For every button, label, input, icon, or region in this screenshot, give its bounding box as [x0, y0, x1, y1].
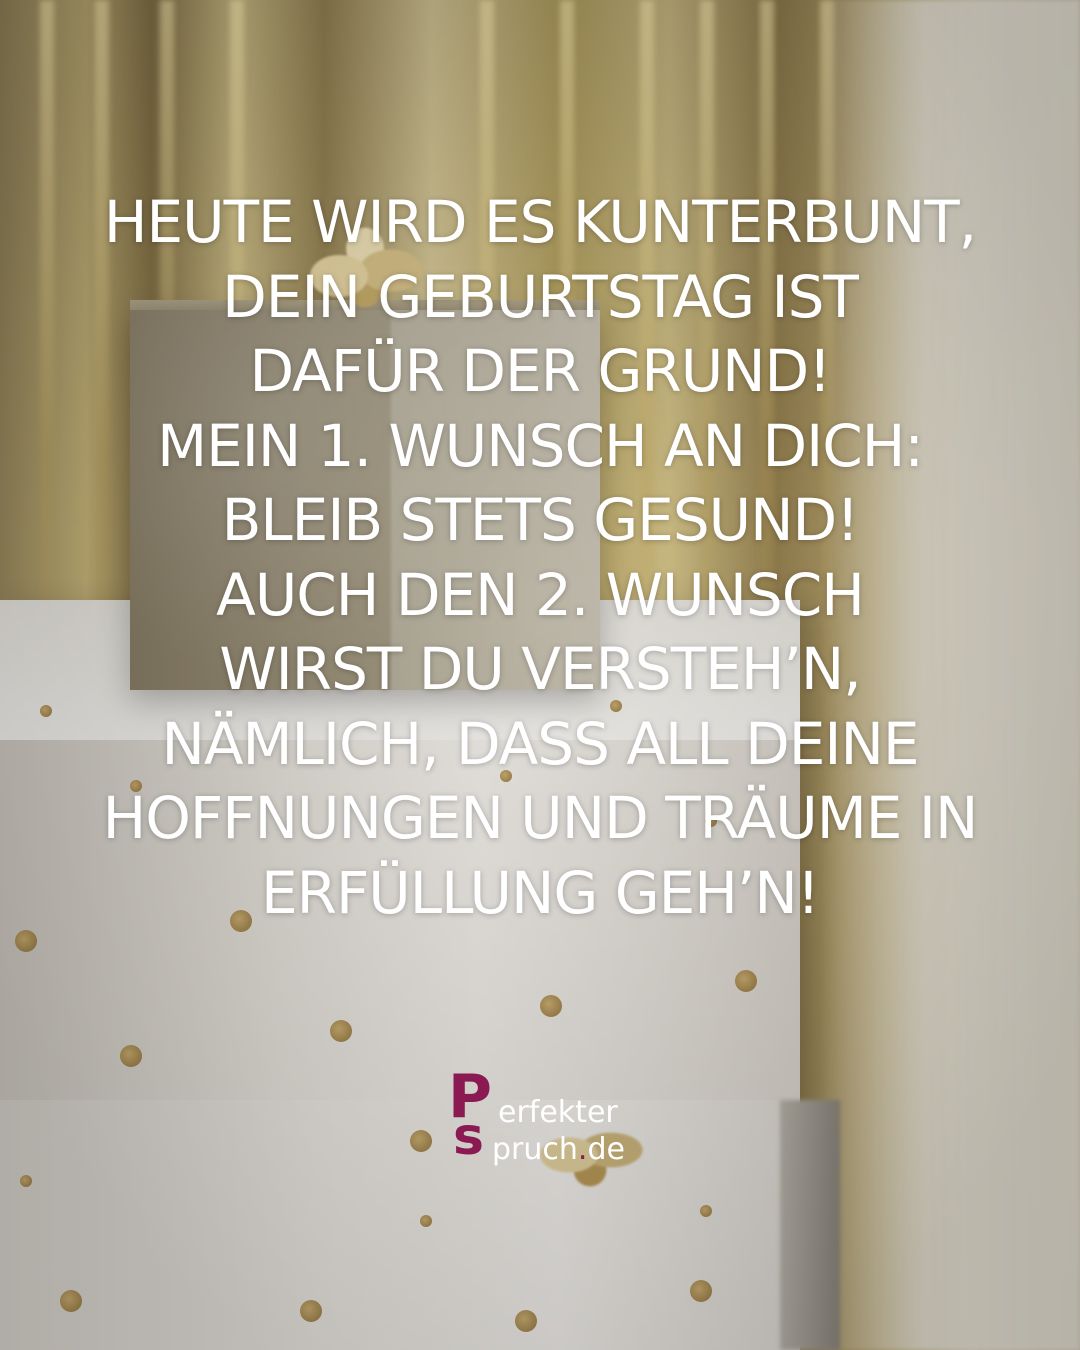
quote-line: NÄMLICH, DASS ALL DEINE	[161, 709, 919, 778]
logo-word-perfekter: erfekter	[498, 1095, 618, 1130]
background-photo: HEUTE WIRD ES KUNTERBUNT, DEIN GEBURTSTA…	[0, 0, 1080, 1350]
birthday-quote: HEUTE WIRD ES KUNTERBUNT, DEIN GEBURTSTA…	[40, 185, 1040, 930]
quote-line: HEUTE WIRD ES KUNTERBUNT,	[103, 188, 977, 256]
quote-line: HOFFNUNGEN UND TRÄUME IN	[102, 784, 979, 852]
logo-initial-s: s	[453, 1107, 484, 1167]
quote-line: WIRST DU VERSTEH’N,	[219, 635, 861, 703]
quote-line: DEIN GEBURTSTAG IST	[222, 262, 859, 331]
quote-line: DAFÜR DER GRUND!	[249, 337, 832, 405]
quote-line: MEIN 1. WUNSCH AN DICH:	[157, 411, 924, 480]
brand-logo: P s erfekter pruch.de	[448, 1067, 648, 1170]
quote-line: BLEIB STETS GESUND!	[221, 486, 860, 554]
quote-line: AUCH DEN 2. WUNSCH	[216, 560, 865, 629]
quote-line: ERFÜLLUNG GEH’N!	[261, 858, 820, 927]
logo-word-spruch: pruch.de	[492, 1132, 625, 1167]
